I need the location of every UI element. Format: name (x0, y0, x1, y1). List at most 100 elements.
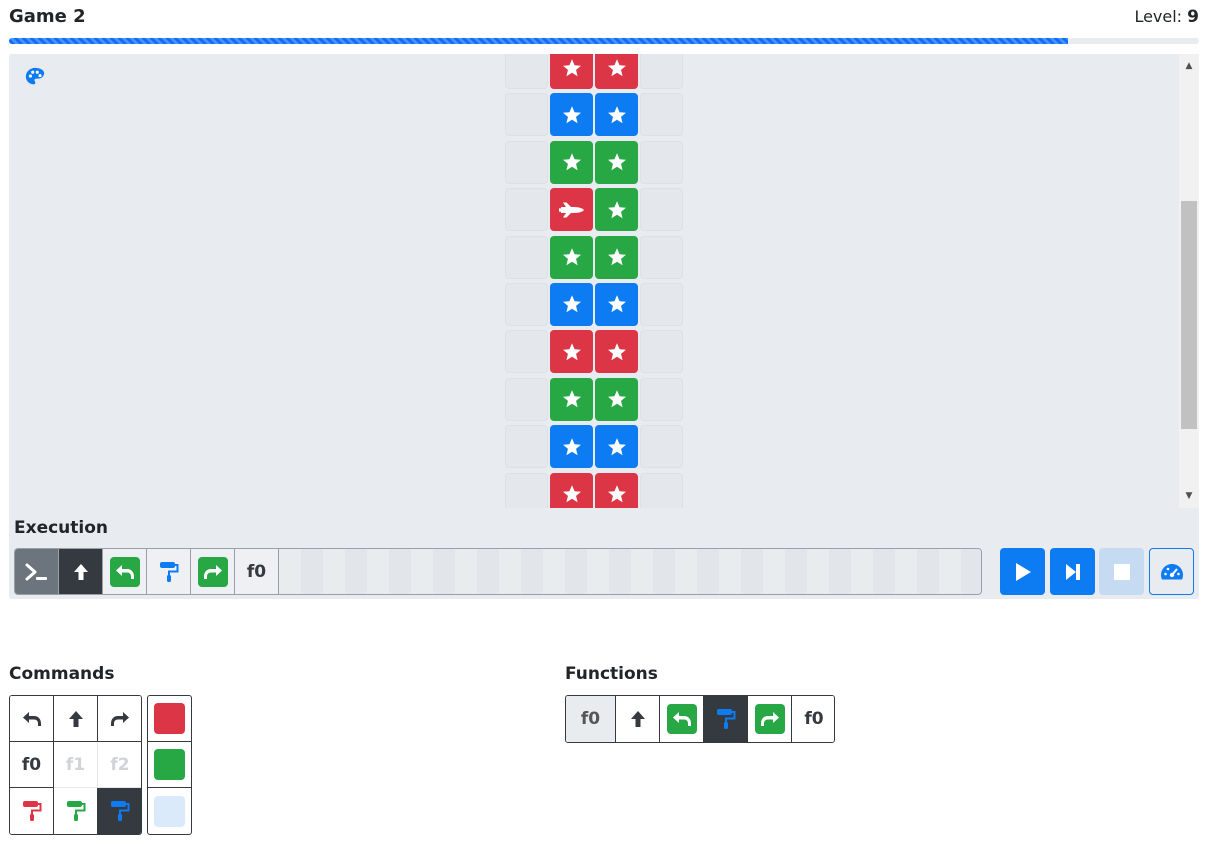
commands-grid: f0 f1 f2 (9, 695, 142, 835)
board-cell (594, 281, 639, 328)
turn-right-icon (197, 556, 228, 587)
board-cell (504, 471, 549, 508)
board-cell (639, 54, 684, 91)
board-grid (504, 54, 684, 508)
empty-tile (640, 93, 683, 137)
empty-tile (505, 425, 548, 469)
function-slot-forward[interactable] (616, 696, 660, 742)
stop-icon (1113, 563, 1130, 580)
empty-tile (505, 188, 548, 232)
header: Game 2 Level: 9 (9, 6, 1199, 32)
board-cell (594, 423, 639, 470)
board-cell (504, 281, 549, 328)
star-icon (606, 293, 628, 315)
red-swatch (154, 703, 185, 734)
f1-command-label: f1 (65, 754, 86, 775)
function-slot-turn-right[interactable] (748, 696, 792, 742)
empty-tile (640, 140, 683, 184)
star-icon (561, 341, 583, 363)
red-star-tile (550, 54, 593, 89)
star-icon (561, 436, 583, 458)
red-star-tile (550, 472, 593, 508)
game-title: Game 2 (9, 6, 86, 27)
f2-command[interactable]: f2 (98, 742, 141, 788)
paint-green-command[interactable] (54, 788, 98, 834)
execution-step-f0: f0 (235, 549, 279, 594)
board-cell (549, 281, 594, 328)
function-slot-f0[interactable]: f0 (792, 696, 834, 742)
function-slot-turn-left[interactable] (660, 696, 704, 742)
f0-command-label: f0 (21, 754, 42, 775)
execution-step-forward (59, 549, 103, 594)
empty-tile (505, 93, 548, 137)
scroll-thumb[interactable] (1181, 201, 1197, 429)
function-name-f0: f0 (566, 696, 616, 742)
turn-right-icon (754, 704, 785, 734)
stop-button[interactable] (1099, 548, 1144, 595)
paint-roller-red-icon (22, 801, 41, 821)
board-cell (639, 376, 684, 423)
paint-roller-green-icon (66, 801, 85, 821)
condition-blue[interactable] (148, 788, 191, 834)
f1-command[interactable]: f1 (54, 742, 98, 788)
turn-right-command[interactable] (98, 696, 141, 742)
scroll-up-arrow-icon[interactable]: ▲ (1179, 56, 1199, 76)
palette-icon[interactable] (24, 66, 48, 90)
function-slot-f0-label: f0 (804, 709, 824, 729)
turn-left-command[interactable] (10, 696, 54, 742)
board-cell (549, 376, 594, 423)
empty-tile (505, 330, 548, 374)
execution-step-prompt (15, 549, 59, 594)
green-star-tile (595, 235, 638, 279)
step-button[interactable] (1050, 548, 1095, 595)
execution-queue: f0 (14, 548, 982, 595)
board-scrollbar[interactable]: ▲ ▼ (1179, 54, 1199, 508)
red-star-tile (595, 54, 638, 89)
paint-blue-command[interactable] (98, 788, 141, 834)
red-star-tile (595, 472, 638, 508)
f0-label: f0 (246, 561, 267, 582)
green-star-tile (550, 377, 593, 421)
board-cell (594, 54, 639, 91)
terminal-prompt-icon (25, 563, 47, 580)
paint-red-command[interactable] (10, 788, 54, 834)
empty-tile (505, 377, 548, 421)
level-indicator: Level: 9 (1134, 7, 1199, 27)
blue-star-tile (550, 93, 593, 137)
forward-command[interactable] (54, 696, 98, 742)
board-cell (639, 281, 684, 328)
condition-colors (147, 695, 192, 835)
board-cell (549, 328, 594, 375)
board-cell (639, 471, 684, 508)
green-star-tile (550, 235, 593, 279)
star-icon (606, 483, 628, 505)
f0-command[interactable]: f0 (10, 742, 54, 788)
condition-red[interactable] (148, 696, 191, 742)
paint-roller-blue-icon (716, 709, 735, 729)
board-cell (504, 54, 549, 91)
blue-star-tile (595, 282, 638, 326)
board-cell (504, 423, 549, 470)
empty-tile (640, 425, 683, 469)
blue-swatch (154, 795, 185, 827)
speed-button[interactable] (1149, 548, 1194, 595)
star-icon (606, 151, 628, 173)
condition-green[interactable] (148, 742, 191, 788)
empty-tile (640, 188, 683, 232)
scroll-down-arrow-icon[interactable]: ▼ (1179, 486, 1199, 506)
function-slot-paint-blue[interactable] (704, 696, 748, 742)
board-cell (639, 234, 684, 281)
execution-step-turn-left (103, 549, 147, 594)
board-cell (594, 376, 639, 423)
function-head-label: f0 (580, 709, 601, 729)
empty-tile (505, 54, 548, 89)
play-button[interactable] (1000, 548, 1045, 595)
board-cell (504, 234, 549, 281)
board-cell (594, 91, 639, 138)
star-icon (561, 57, 583, 79)
board-cell (639, 186, 684, 233)
star-icon (561, 151, 583, 173)
board-cell (639, 139, 684, 186)
functions-label: Functions (565, 664, 658, 684)
board-cell (549, 186, 594, 233)
